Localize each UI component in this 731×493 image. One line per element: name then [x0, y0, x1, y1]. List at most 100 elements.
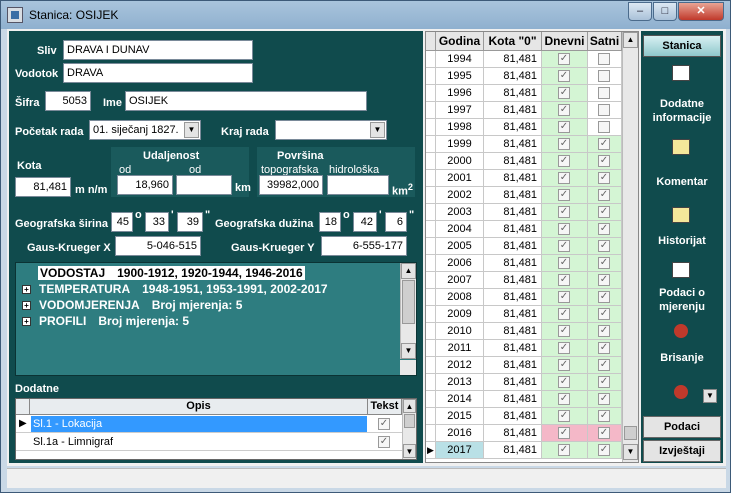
- satni-cell[interactable]: ✓: [588, 442, 622, 459]
- notes-icon[interactable]: [672, 139, 690, 155]
- table-row[interactable]: 2004 81,481 ✓ ✓: [426, 221, 622, 238]
- godina-cell[interactable]: 2007: [436, 272, 484, 289]
- dnevni-checkbox[interactable]: ✓: [558, 393, 570, 405]
- kota-cell[interactable]: 81,481: [484, 221, 542, 238]
- podaci-mjerenju-button[interactable]: Podaci o mjerenju: [641, 286, 723, 314]
- satni-cell[interactable]: ✓: [588, 255, 622, 272]
- brisanje-button[interactable]: Brisanje: [641, 352, 723, 364]
- kota-cell[interactable]: 81,481: [484, 255, 542, 272]
- godina-cell[interactable]: 2012: [436, 357, 484, 374]
- scroll-up-icon[interactable]: ▲: [403, 399, 416, 413]
- kota-cell[interactable]: 81,481: [484, 187, 542, 204]
- satni-checkbox[interactable]: ✓: [598, 274, 610, 286]
- dnevni-cell[interactable]: ✓: [542, 323, 588, 340]
- table-row[interactable]: 2010 81,481 ✓ ✓: [426, 323, 622, 340]
- satni-checkbox[interactable]: ✓: [598, 427, 610, 439]
- scroll-thumb[interactable]: [404, 414, 415, 428]
- dnevni-cell[interactable]: ✓: [542, 221, 588, 238]
- dnevni-cell[interactable]: ✓: [542, 170, 588, 187]
- geo-duzina-deg[interactable]: 18: [319, 212, 341, 232]
- expand-icon[interactable]: +: [22, 317, 31, 326]
- kota-cell[interactable]: 81,481: [484, 357, 542, 374]
- povrsina-hidro-field[interactable]: [327, 175, 389, 195]
- satni-cell[interactable]: ✓: [588, 306, 622, 323]
- dnevni-cell[interactable]: ✓: [542, 153, 588, 170]
- satni-cell[interactable]: ✓: [588, 425, 622, 442]
- table-row[interactable]: 2009 81,481 ✓ ✓: [426, 306, 622, 323]
- geo-sirina-sec[interactable]: 39: [177, 212, 203, 232]
- kota-cell[interactable]: 81,481: [484, 102, 542, 119]
- dnevni-checkbox[interactable]: ✓: [558, 342, 570, 354]
- kota-cell[interactable]: 81,481: [484, 136, 542, 153]
- kota-cell[interactable]: 81,481: [484, 119, 542, 136]
- scroll-up-icon[interactable]: ▲: [401, 263, 416, 279]
- dnevni-cell[interactable]: ✓: [542, 136, 588, 153]
- table-row[interactable]: 1994 81,481 ✓: [426, 51, 622, 68]
- dodatne-row[interactable]: ▶ Sl.1 - Lokacija ✓: [16, 416, 402, 433]
- satni-cell[interactable]: ✓: [588, 221, 622, 238]
- table-row[interactable]: 2003 81,481 ✓ ✓: [426, 204, 622, 221]
- minimize-button[interactable]: –: [628, 2, 652, 21]
- satni-cell[interactable]: ✓: [588, 408, 622, 425]
- satni-cell[interactable]: ✓: [588, 374, 622, 391]
- dnevni-checkbox[interactable]: ✓: [558, 53, 570, 65]
- col-kota[interactable]: Kota "0": [484, 32, 542, 51]
- satni-checkbox[interactable]: ✓: [598, 138, 610, 150]
- dnevni-checkbox[interactable]: ✓: [558, 325, 570, 337]
- godina-cell[interactable]: 1994: [436, 51, 484, 68]
- godina-cell[interactable]: 2002: [436, 187, 484, 204]
- geo-sirina-deg[interactable]: 45: [111, 212, 133, 232]
- table-row[interactable]: 2002 81,481 ✓ ✓: [426, 187, 622, 204]
- dnevni-checkbox[interactable]: ✓: [558, 291, 570, 303]
- satni-checkbox[interactable]: ✓: [598, 155, 610, 167]
- satni-cell[interactable]: [588, 68, 622, 85]
- dnevni-checkbox[interactable]: ✓: [558, 172, 570, 184]
- kota-cell[interactable]: 81,481: [484, 340, 542, 357]
- table-row[interactable]: 2013 81,481 ✓ ✓: [426, 374, 622, 391]
- pocetak-combo[interactable]: 01. siječanj 1827. ▼: [89, 120, 201, 140]
- table-row[interactable]: 2011 81,481 ✓ ✓: [426, 340, 622, 357]
- satni-cell[interactable]: ✓: [588, 204, 622, 221]
- dnevni-checkbox[interactable]: ✓: [558, 274, 570, 286]
- scroll-down-icon[interactable]: ▼: [403, 444, 416, 458]
- udaljenost-from-field[interactable]: 18,960: [117, 175, 173, 195]
- satni-checkbox[interactable]: ✓: [598, 172, 610, 184]
- table-row[interactable]: 1998 81,481 ✓: [426, 119, 622, 136]
- dnevni-cell[interactable]: ✓: [542, 442, 588, 459]
- satni-cell[interactable]: ✓: [588, 153, 622, 170]
- resize-grip-icon[interactable]: [400, 360, 416, 375]
- data-tree[interactable]: VODOSTAJ 1900-1912, 1920-1944, 1946-2016 …: [15, 262, 417, 376]
- kota-cell[interactable]: 81,481: [484, 323, 542, 340]
- kota-cell[interactable]: 81,481: [484, 306, 542, 323]
- col-dnevni[interactable]: Dnevni: [542, 32, 588, 51]
- satni-checkbox[interactable]: ✓: [598, 393, 610, 405]
- satni-checkbox[interactable]: ✓: [598, 223, 610, 235]
- satni-checkbox[interactable]: ✓: [598, 444, 610, 456]
- table-scrollbar[interactable]: ▲ ▼: [622, 32, 638, 462]
- table-row[interactable]: 1999 81,481 ✓ ✓: [426, 136, 622, 153]
- satni-cell[interactable]: [588, 85, 622, 102]
- satni-checkbox[interactable]: [598, 70, 610, 82]
- table-row[interactable]: 2006 81,481 ✓ ✓: [426, 255, 622, 272]
- kraj-combo[interactable]: ▼: [275, 120, 387, 140]
- podaci-button[interactable]: Podaci: [643, 416, 721, 438]
- dnevni-cell[interactable]: ✓: [542, 425, 588, 442]
- table-row[interactable]: ▶ 2017 81,481 ✓ ✓: [426, 442, 622, 459]
- dnevni-cell[interactable]: ✓: [542, 85, 588, 102]
- komentar-button[interactable]: Komentar: [641, 176, 723, 188]
- expand-icon[interactable]: +: [22, 285, 31, 294]
- chevron-down-icon[interactable]: ▼: [703, 389, 717, 403]
- dnevni-checkbox[interactable]: ✓: [558, 410, 570, 422]
- kota-cell[interactable]: 81,481: [484, 289, 542, 306]
- godina-cell[interactable]: 2011: [436, 340, 484, 357]
- col-tekst[interactable]: Tekst: [368, 399, 402, 415]
- gk-y-field[interactable]: 6-555-177: [321, 236, 407, 256]
- dnevni-checkbox[interactable]: ✓: [558, 257, 570, 269]
- satni-cell[interactable]: [588, 119, 622, 136]
- sifra-field[interactable]: 5053: [45, 91, 91, 111]
- dnevni-checkbox[interactable]: ✓: [558, 155, 570, 167]
- dnevni-checkbox[interactable]: ✓: [558, 359, 570, 371]
- udaljenost-to-field[interactable]: [176, 175, 232, 195]
- table-row[interactable]: 2007 81,481 ✓ ✓: [426, 272, 622, 289]
- kota-cell[interactable]: 81,481: [484, 408, 542, 425]
